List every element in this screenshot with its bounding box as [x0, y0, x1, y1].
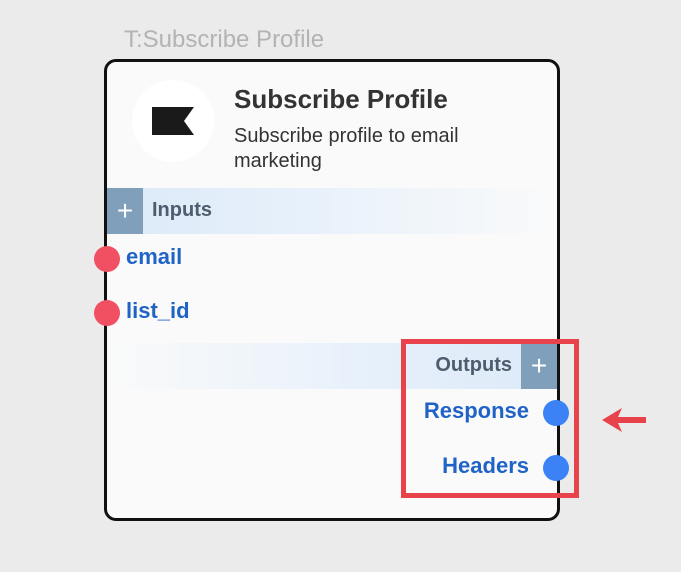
inputs-label: Inputs	[152, 199, 212, 221]
outputs-highlight-box	[401, 339, 579, 498]
flag-icon	[152, 107, 194, 135]
input-port-list-id[interactable]: list_id	[94, 298, 190, 328]
input-port-label: email	[126, 244, 183, 269]
input-port-email[interactable]: email	[94, 244, 183, 274]
inputs-section-header: + Inputs	[107, 188, 557, 234]
integration-logo	[132, 80, 214, 162]
input-port-handle[interactable]	[94, 300, 120, 326]
input-port-handle[interactable]	[94, 246, 120, 272]
add-input-button[interactable]: +	[107, 188, 143, 234]
node-title: Subscribe Profile	[234, 84, 448, 114]
node-description: Subscribe profile to email marketing	[234, 125, 459, 172]
node-type-tag: T:Subscribe Profile	[124, 26, 325, 53]
input-port-label: list_id	[126, 298, 190, 323]
arrow-left-icon	[602, 408, 646, 432]
